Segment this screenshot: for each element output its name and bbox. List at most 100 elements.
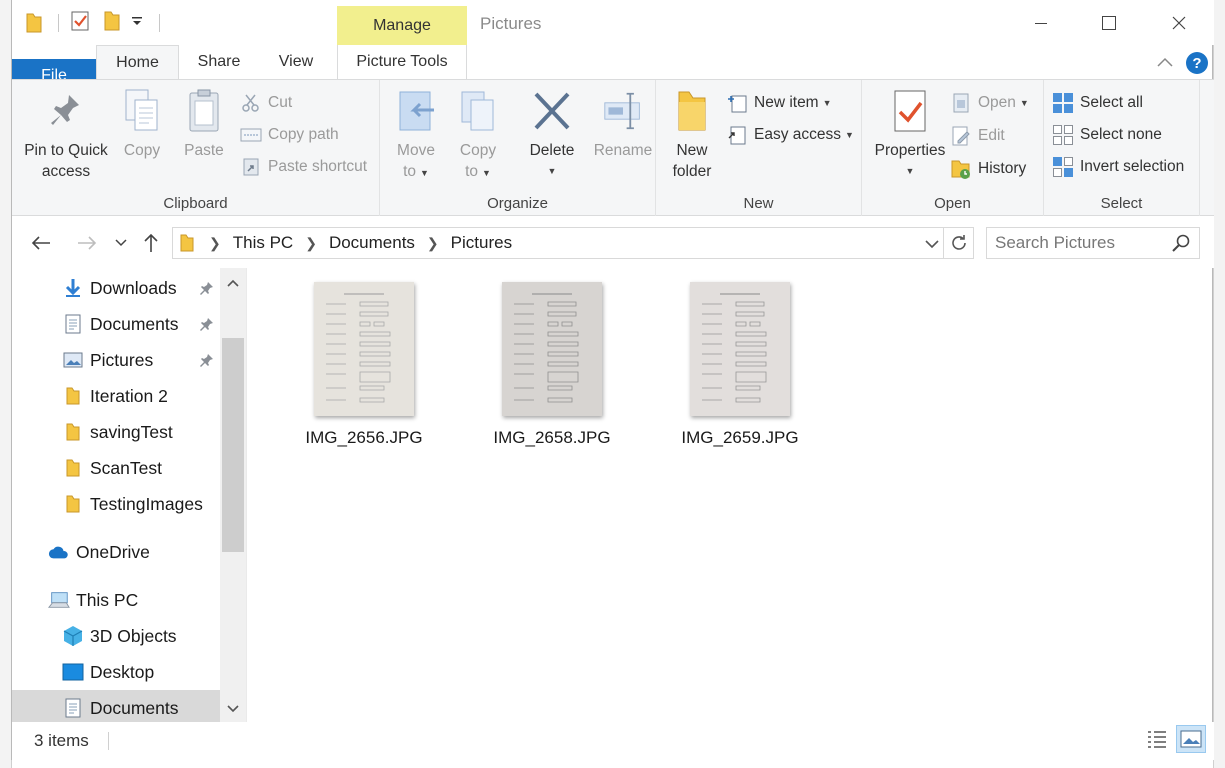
nav-item-pictures[interactable]: Pictures [12,342,220,378]
navigation-bar: ❯ This PC ❯ Documents ❯ Pictures Search … [12,216,1214,268]
navpane-scrollbar[interactable] [220,268,246,722]
select-none-button[interactable]: Select none [1052,122,1162,148]
paste-button[interactable]: Paste [177,88,231,161]
nav-item-savingtest[interactable]: savingTest [12,414,220,450]
dropdown-caret-icon [130,14,144,33]
up-arrow-icon [144,233,158,252]
nav-item-this-pc[interactable]: This PC [12,582,220,618]
easy-access-label: Easy access [754,126,842,143]
nav-item-label: Pictures [90,349,154,370]
chevron-up-icon [227,279,239,287]
move-to-button[interactable]: Move to ▼ [392,88,440,184]
nav-item-iteration-2[interactable]: Iteration 2 [12,378,220,414]
invert-selection-button[interactable]: Invert selection [1052,154,1184,180]
details-view-button[interactable] [1142,725,1172,753]
invert-selection-icon [1052,156,1074,178]
address-history-dropdown[interactable] [921,233,943,255]
document-icon [62,313,84,335]
breadcrumb-pictures[interactable]: Pictures [451,233,512,253]
large-icons-view-button[interactable] [1176,725,1206,753]
close-button[interactable] [1156,9,1202,37]
tab-share[interactable]: Share [188,45,250,79]
nav-item-downloads[interactable]: Downloads [12,270,220,306]
tab-home[interactable]: Home [96,45,179,80]
nav-item-documents[interactable]: Documents [12,306,220,342]
scroll-down-button[interactable] [220,696,246,722]
address-bar[interactable]: ❯ This PC ❯ Documents ❯ Pictures [172,227,974,259]
nav-item-3d-objects[interactable]: 3D Objects [12,618,220,654]
item-count: 3 items [34,731,89,750]
refresh-button[interactable] [943,228,973,258]
chevron-right-icon[interactable]: ❯ [427,235,439,252]
tab-view[interactable]: View [266,45,326,79]
new-folder-icon [672,88,712,134]
properties-quick-button[interactable] [70,10,90,36]
new-folder-quick-button[interactable] [102,10,122,36]
rename-label: Rename [593,142,653,159]
file-list: IMG_2656.JPG IMG_2658.JPG IMG_2659.JPG [248,268,1214,722]
breadcrumb-this-pc[interactable]: This PC [233,233,293,253]
cut-button[interactable]: Cut [240,90,292,116]
copy-to-label-line1: Copy [459,142,497,159]
tab-picture-tools[interactable]: Picture Tools [337,45,467,79]
file-item[interactable]: IMG_2658.JPG [462,282,642,448]
nav-item-label: ScanTest [90,457,162,478]
nav-item-scantest[interactable]: ScanTest [12,450,220,486]
maximize-button[interactable] [1086,9,1132,37]
window-title: Pictures [480,14,542,33]
rename-icon [603,88,643,134]
open-button[interactable]: Open ▼ [950,90,1029,116]
new-item-icon [726,92,748,114]
breadcrumb-documents[interactable]: Documents [329,233,415,253]
chevron-right-icon[interactable]: ❯ [209,235,221,252]
edit-button[interactable]: Edit [950,123,1005,149]
minimize-button[interactable] [1018,9,1064,37]
folder-icon[interactable] [24,12,46,34]
collapse-ribbon-button[interactable] [1154,51,1176,73]
file-item[interactable]: IMG_2656.JPG [274,282,454,448]
copy-to-button[interactable]: Copy to ▼ [454,88,502,184]
history-button[interactable]: History [950,156,1026,182]
pin-to-quick-access-button[interactable]: Pin to Quick access [22,88,110,182]
forward-arrow-icon [78,236,97,250]
chevron-right-icon[interactable]: ❯ [305,235,317,252]
properties-button[interactable]: Properties ▼ [868,88,952,182]
image-thumbnail [314,282,414,416]
search-input[interactable]: Search Pictures [986,227,1200,259]
select-all-button[interactable]: Select all [1052,90,1143,116]
folder-icon [179,233,197,253]
manage-context-tab[interactable]: Manage [337,6,467,45]
navigation-pane: Downloads Documents Pictures Iteration 2… [12,268,246,722]
nav-item-label: This PC [76,589,139,610]
new-folder-button[interactable]: New folder [666,88,718,182]
back-button[interactable] [28,230,54,256]
nav-item-documents-pc[interactable]: Documents [12,690,220,722]
copy-path-button[interactable]: Copy path [240,122,339,148]
folder-icon [62,493,84,515]
scroll-up-button[interactable] [220,270,246,296]
refresh-icon [951,235,966,250]
new-item-button[interactable]: New item ▼ [726,90,832,116]
pin-icon [198,351,216,369]
copy-path-label: Copy path [268,126,339,143]
nav-item-desktop[interactable]: Desktop [12,654,220,690]
nav-item-testingimages[interactable]: TestingImages [12,486,220,522]
file-item[interactable]: IMG_2659.JPG [650,282,830,448]
copy-to-label-line2: to [465,163,478,180]
help-icon[interactable]: ? [1186,52,1208,74]
select-none-icon [1052,124,1074,146]
customize-toolbar-dropdown[interactable] [130,10,144,36]
desktop-icon [62,661,84,683]
easy-access-button[interactable]: Easy access ▼ [726,122,854,148]
copy-button[interactable]: Copy [115,88,169,161]
forward-button[interactable] [74,230,100,256]
copy-path-icon [240,124,262,146]
recent-locations-button[interactable] [108,230,134,256]
nav-item-onedrive[interactable]: OneDrive [12,534,220,570]
rename-button[interactable]: Rename [592,88,654,161]
paste-shortcut-button[interactable]: Paste shortcut [240,154,367,180]
chevron-down-icon [925,239,939,248]
scrollbar-thumb[interactable] [222,338,244,552]
delete-button[interactable]: Delete ▼ [526,88,578,182]
up-button[interactable] [138,230,164,256]
